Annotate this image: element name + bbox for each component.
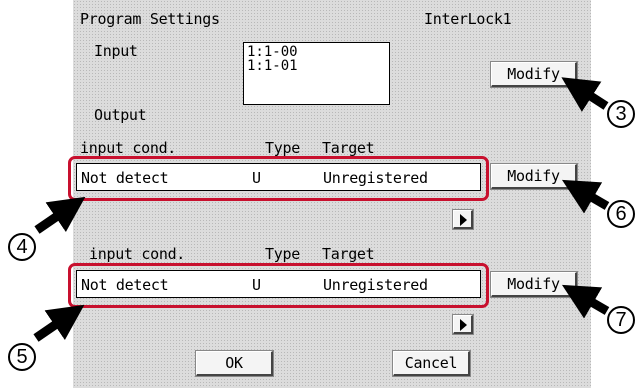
- col-header-type: Type: [265, 139, 300, 157]
- input-list-item[interactable]: 1:1-01: [247, 59, 298, 73]
- input-list[interactable]: 1:1-00 1:1-01: [243, 42, 390, 105]
- col-header-input-cond: input cond.: [80, 139, 177, 157]
- arrow-4: [34, 196, 86, 234]
- program-name: InterLock1: [424, 10, 512, 28]
- highlight-row-2: [68, 263, 489, 308]
- output-row-1-next-button[interactable]: [453, 210, 473, 229]
- callout-4: 4: [8, 233, 36, 261]
- cancel-button[interactable]: Cancel: [393, 351, 470, 376]
- callout-3: 3: [607, 100, 635, 128]
- col-header-type: Type: [265, 245, 300, 263]
- page-title: Program Settings: [80, 10, 220, 28]
- callout-6: 6: [607, 200, 635, 228]
- output-row-2-next-button[interactable]: [453, 315, 473, 334]
- col-header-target: Target: [322, 245, 375, 263]
- callout-5: 5: [8, 343, 36, 371]
- highlight-row-1: [68, 156, 489, 201]
- callout-7: 7: [607, 306, 635, 334]
- output-label: Output: [94, 106, 147, 124]
- arrow-5: [33, 304, 85, 342]
- input-label: Input: [94, 42, 138, 60]
- output-row-1-modify-button[interactable]: Modify: [491, 164, 577, 189]
- input-modify-button[interactable]: Modify: [491, 62, 577, 87]
- col-header-target: Target: [322, 139, 375, 157]
- output-row-2-modify-button[interactable]: Modify: [491, 272, 577, 297]
- ok-button[interactable]: OK: [196, 351, 273, 376]
- col-header-input-cond: input cond.: [89, 245, 186, 263]
